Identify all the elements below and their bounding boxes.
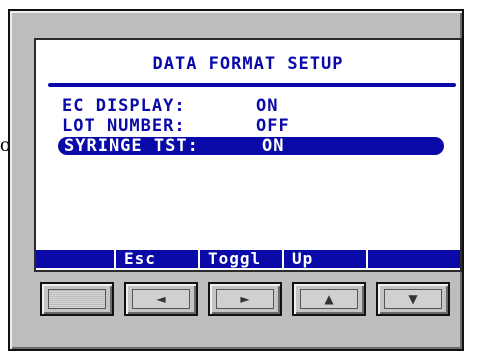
row-value: ON bbox=[256, 96, 279, 116]
menu-row-ec-display[interactable]: EC DISPLAY: ON bbox=[62, 98, 278, 115]
softkey-toggle[interactable]: Toggl bbox=[200, 250, 284, 268]
lcd-screen: DATA FORMAT SETUP EC DISPLAY: ON LOT NUMB… bbox=[34, 38, 462, 272]
right-arrow-icon: ► bbox=[240, 292, 250, 306]
down-arrow-icon: ▼ bbox=[408, 292, 418, 306]
row-label: LOT NUMBER: bbox=[62, 116, 186, 136]
softkey-bar: Esc Toggl Up bbox=[36, 250, 460, 268]
softkey-5[interactable] bbox=[368, 250, 460, 268]
blank-key-button[interactable] bbox=[40, 282, 114, 316]
row-label: EC DISPLAY: bbox=[62, 96, 186, 116]
down-arrow-button[interactable]: ▼ bbox=[376, 282, 450, 316]
softkey-up[interactable]: Up bbox=[284, 250, 368, 268]
hardkey-row: ◄ ► ▲ ▼ bbox=[40, 282, 458, 322]
softkey-1[interactable] bbox=[36, 250, 116, 268]
menu-row-syringe-tst[interactable]: SYRINGE TST: ON bbox=[58, 137, 444, 155]
right-arrow-button[interactable]: ► bbox=[208, 282, 282, 316]
title-divider bbox=[48, 83, 456, 87]
up-arrow-button[interactable]: ▲ bbox=[292, 282, 366, 316]
row-value: OFF bbox=[256, 116, 290, 136]
row-value: ON bbox=[262, 136, 285, 156]
left-arrow-icon: ◄ bbox=[156, 292, 166, 306]
left-arrow-button[interactable]: ◄ bbox=[124, 282, 198, 316]
screen-title: DATA FORMAT SETUP bbox=[152, 54, 344, 74]
row-label: SYRINGE TST: bbox=[64, 136, 199, 156]
menu-row-lot-number[interactable]: LOT NUMBER: OFF bbox=[62, 118, 290, 135]
softkey-esc[interactable]: Esc bbox=[116, 250, 200, 268]
up-arrow-icon: ▲ bbox=[324, 292, 334, 306]
blank-key-icon bbox=[48, 289, 106, 309]
